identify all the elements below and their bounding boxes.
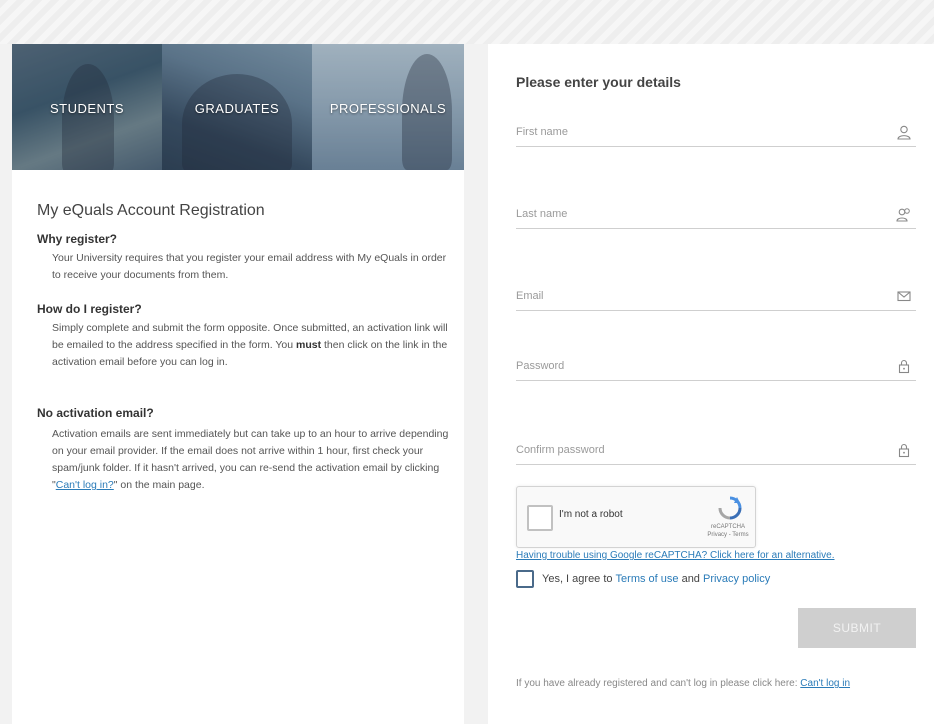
already-registered-note: If you have already registered and can't… <box>516 678 851 689</box>
why-register-heading: Why register? <box>37 232 118 246</box>
terms-of-use-link[interactable]: Terms of use <box>616 573 679 585</box>
how-register-heading: How do I register? <box>37 302 142 316</box>
users-icon <box>896 208 910 222</box>
info-panel: STUDENTS GRADUATES PROFESSIONALS My eQua… <box>12 44 464 724</box>
banner-label-professionals: PROFESSIONALS <box>329 100 447 116</box>
why-register-text: Your University requires that you regist… <box>52 252 447 281</box>
recaptcha-brand: reCAPTCHA <box>710 524 745 530</box>
agree-prefix: Yes, I agree to <box>542 573 613 585</box>
terms-checkbox[interactable] <box>516 570 534 588</box>
no-activation-text: Activation emails are sent immediately b… <box>52 428 449 491</box>
cant-log-in-footer-link[interactable]: Can't log in <box>800 678 850 689</box>
how-register-text: Simply complete and submit the form oppo… <box>52 322 448 368</box>
email-input[interactable] <box>516 284 876 308</box>
agree-and: and <box>678 573 703 585</box>
emphasis-must: must <box>296 339 322 351</box>
privacy-policy-link[interactable]: Privacy policy <box>703 573 770 585</box>
banner-label-graduates: GRADUATES <box>194 100 280 116</box>
last-name-input[interactable] <box>516 202 876 226</box>
confirm-password-field <box>516 438 916 465</box>
recaptcha-label: I'm not a robot <box>559 509 623 520</box>
first-name-field <box>516 120 916 147</box>
last-name-field <box>516 202 916 229</box>
banner-students[interactable]: STUDENTS <box>12 44 162 170</box>
cant-log-in-link[interactable]: Can't log in? <box>56 479 114 491</box>
no-activation-heading: No activation email? <box>37 406 154 420</box>
confirm-password-input[interactable] <box>516 438 876 462</box>
recaptcha-logo-icon <box>718 496 742 520</box>
audience-banner: STUDENTS GRADUATES PROFESSIONALS <box>12 44 464 170</box>
lock-icon <box>898 443 910 458</box>
recaptcha-alternative-link[interactable]: Having trouble using Google reCAPTCHA? C… <box>516 550 835 561</box>
recaptcha-widget: I'm not a robot reCAPTCHA Privacy - Term… <box>516 486 756 548</box>
decorative-header-band <box>0 0 934 44</box>
registration-form: Please enter your details First name Las… <box>488 44 934 724</box>
first-name-input[interactable] <box>516 120 876 144</box>
submit-button[interactable]: SUBMIT <box>798 608 916 648</box>
page-title: My eQuals Account Registration <box>37 202 265 219</box>
banner-label-students: STUDENTS <box>49 100 125 116</box>
envelope-icon <box>897 291 911 302</box>
banner-graduates[interactable]: GRADUATES <box>162 44 312 170</box>
recaptcha-checkbox[interactable] <box>527 505 553 531</box>
email-field <box>516 284 916 311</box>
lock-icon <box>898 359 910 374</box>
terms-agreement: Yes, I agree to Terms of use and Privacy… <box>516 570 770 588</box>
banner-professionals[interactable]: PROFESSIONALS <box>312 44 464 170</box>
password-field <box>516 354 916 381</box>
form-title: Please enter your details <box>516 74 681 90</box>
recaptcha-privacy-terms[interactable]: Privacy - Terms <box>705 531 751 539</box>
user-icon <box>897 125 911 140</box>
password-input[interactable] <box>516 354 876 378</box>
